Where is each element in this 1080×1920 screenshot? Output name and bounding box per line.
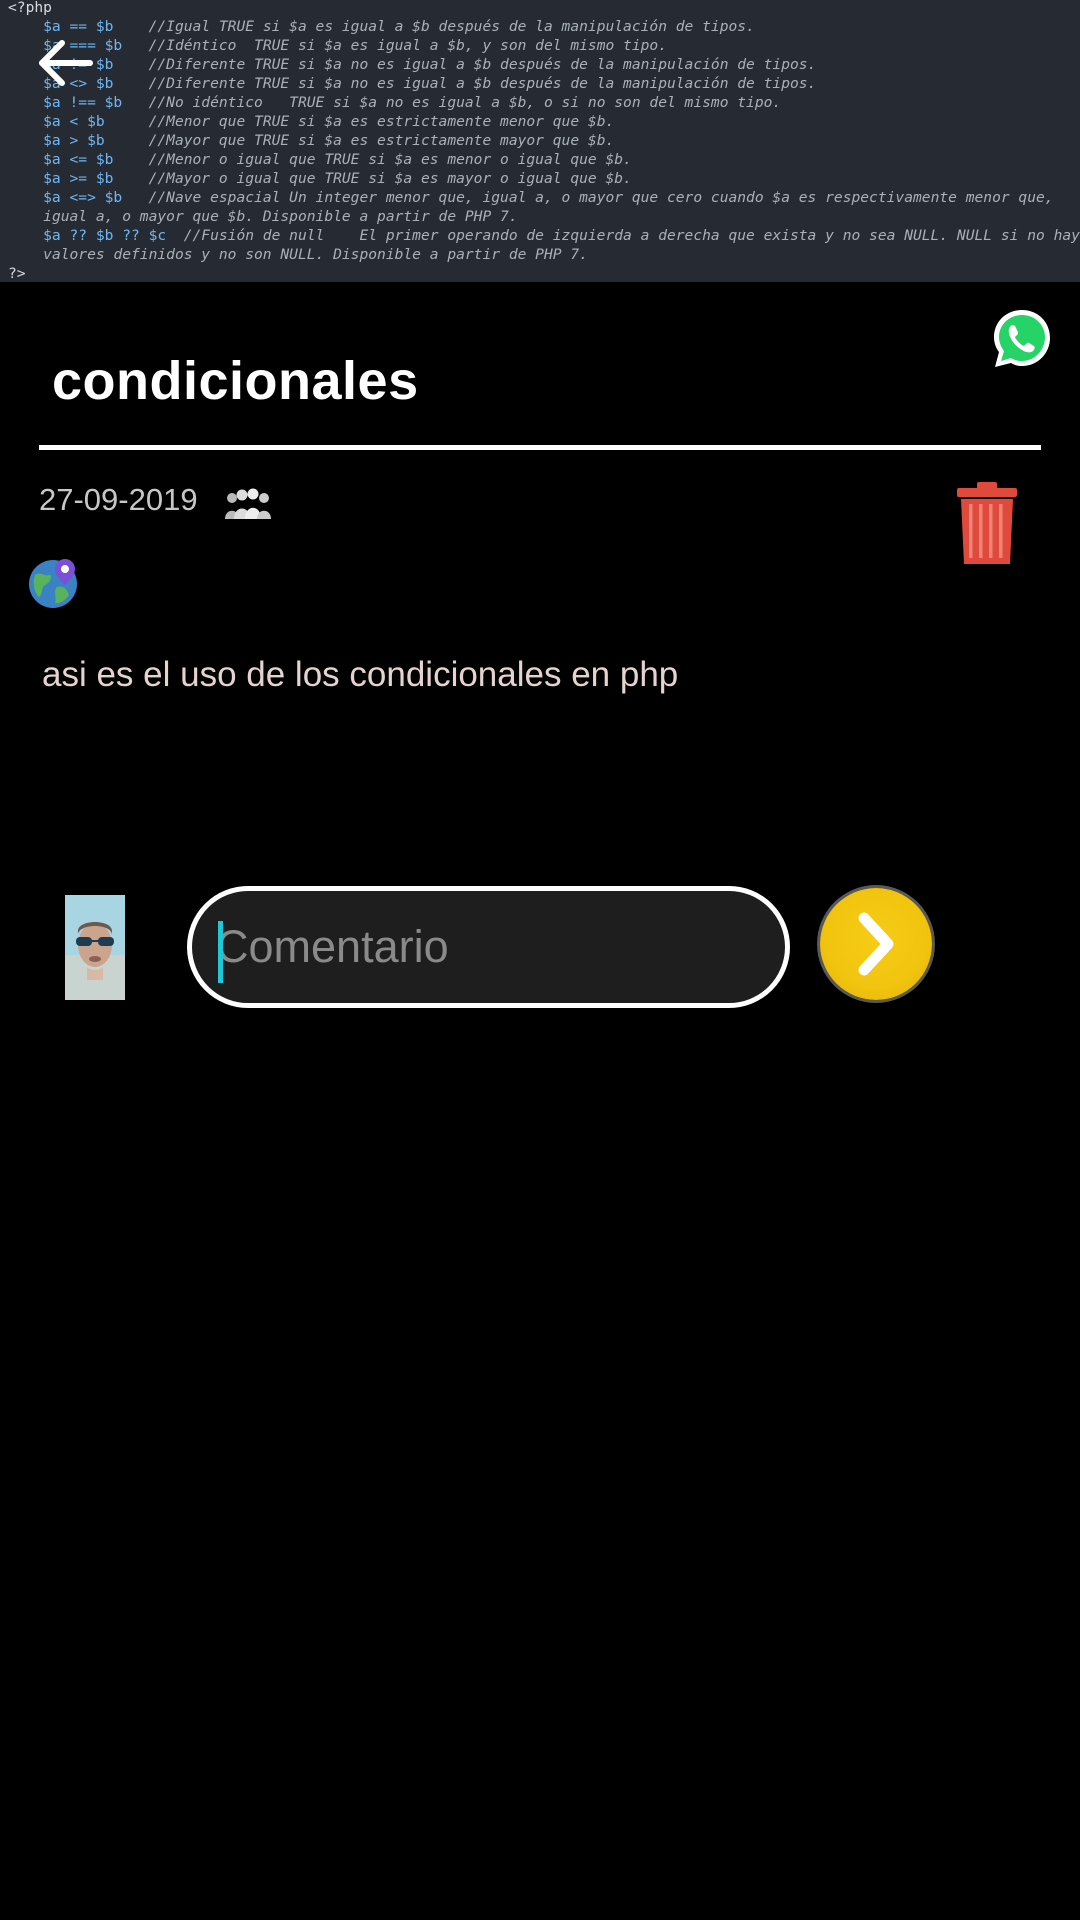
code-comment: //No idéntico TRUE si $a no es igual a $… <box>148 94 782 111</box>
post-detail-screen: <?php $a == $b //Igual TRUE si $a es igu… <box>0 0 1080 1920</box>
code-text: ?> <box>8 265 26 282</box>
code-line: <?php <box>8 0 52 17</box>
post-date: 27-09-2019 <box>39 482 198 517</box>
post-body-text: asi es el uso de los condicionales en ph… <box>42 655 679 694</box>
group-icon <box>222 486 274 520</box>
code-text: $a == $b <box>8 18 149 35</box>
code-comment: //Igual TRUE si $a es igual a $b después… <box>148 18 755 35</box>
code-line: $a !== $b //No idéntico TRUE si $a no es… <box>8 93 781 112</box>
back-button[interactable] <box>36 38 94 88</box>
comment-field-container[interactable] <box>187 886 790 1008</box>
chevron-right-icon <box>858 912 894 976</box>
code-line: $a <=> $b //Nave espacial Un integer men… <box>8 188 1054 207</box>
code-line: $a != $b //Diferente TRUE si $a no es ig… <box>8 55 816 74</box>
globe-pin-icon <box>27 557 79 609</box>
send-comment-button[interactable] <box>820 888 932 1000</box>
code-text: $a >= $b <box>8 170 149 187</box>
code-text: $a > $b <box>8 132 149 149</box>
trash-icon <box>957 482 1017 564</box>
code-line: $a > $b //Mayor que TRUE si $a es estric… <box>8 131 614 150</box>
code-line: ?> <box>8 264 26 282</box>
code-comment: //Menor que TRUE si $a es estrictamente … <box>148 113 615 130</box>
code-text: <?php <box>8 0 52 16</box>
code-line: igual a, o mayor que $b. Disponible a pa… <box>8 207 518 226</box>
code-comment: //Fusión de null El primer operando de i… <box>183 227 1080 244</box>
avatar[interactable] <box>65 895 125 1000</box>
code-line: $a === $b //Idéntico TRUE si $a es igual… <box>8 36 667 55</box>
code-text: $a < $b <box>8 113 149 130</box>
code-line: $a < $b //Menor que TRUE si $a es estric… <box>8 112 614 131</box>
code-comment: //Diferente TRUE si $a no es igual a $b … <box>148 56 817 73</box>
code-comment: //Nave espacial Un integer menor que, ig… <box>148 189 1054 206</box>
code-text: $a <= $b <box>8 151 149 168</box>
code-comment: //Diferente TRUE si $a no es igual a $b … <box>148 75 817 92</box>
code-comment: igual a, o mayor que $b. Disponible a pa… <box>43 208 518 225</box>
whatsapp-share-button[interactable] <box>990 307 1054 371</box>
code-line: $a == $b //Igual TRUE si $a es igual a $… <box>8 17 755 36</box>
code-line: valores definidos y no son NULL. Disponi… <box>8 245 588 264</box>
code-text: $a !== $b <box>8 94 149 111</box>
code-line: $a <> $b //Diferente TRUE si $a no es ig… <box>8 74 816 93</box>
post-title: condicionales <box>52 351 419 411</box>
code-line: $a <= $b //Menor o igual que TRUE si $a … <box>8 150 632 169</box>
code-text: $a <=> $b <box>8 189 149 206</box>
comment-input[interactable] <box>216 903 756 991</box>
title-divider <box>39 445 1041 450</box>
text-cursor <box>218 921 223 983</box>
code-comment: //Mayor o igual que TRUE si $a es mayor … <box>148 170 632 187</box>
arrow-left-icon <box>39 40 93 86</box>
code-comment: //Menor o igual que TRUE si $a es menor … <box>148 151 632 168</box>
post-image-code: <?php $a == $b //Igual TRUE si $a es igu… <box>0 0 1080 282</box>
whatsapp-icon <box>994 310 1050 367</box>
code-line: $a >= $b //Mayor o igual que TRUE si $a … <box>8 169 632 188</box>
code-comment: //Idéntico TRUE si $a es igual a $b, y s… <box>148 37 667 54</box>
code-comment: //Mayor que TRUE si $a es estrictamente … <box>148 132 615 149</box>
code-comment: valores definidos y no son NULL. Disponi… <box>43 246 588 263</box>
code-line: $a ?? $b ?? $c //Fusión de null El prime… <box>8 226 1080 245</box>
code-text: $a ?? $b ?? $c <box>8 227 184 244</box>
delete-post-button[interactable] <box>955 480 1019 566</box>
